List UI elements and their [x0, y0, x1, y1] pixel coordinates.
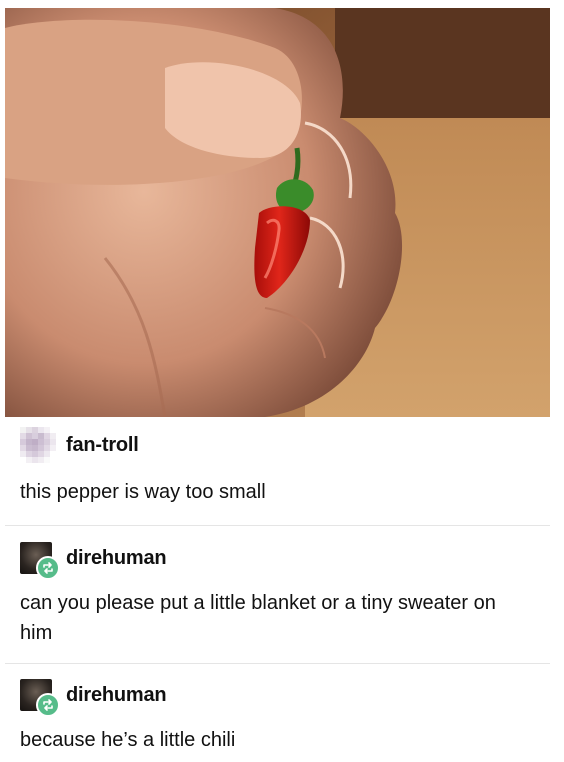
username[interactable]: direhuman: [66, 547, 167, 570]
reblog-icon: [36, 693, 60, 717]
reply-text: because he’s a little chili: [20, 729, 236, 751]
pixelated-avatar-icon[interactable]: [20, 427, 56, 463]
username[interactable]: fan-troll: [66, 434, 139, 457]
dark-avatar-icon[interactable]: [20, 677, 60, 717]
avatar-blur: [20, 427, 56, 463]
reply-header: direhuman: [20, 540, 167, 580]
chili-photo-illustration: [5, 8, 550, 417]
reply-text: this pepper is way too small: [20, 481, 266, 503]
reply-text: can you please put a little blanket or a…: [20, 592, 496, 644]
dark-avatar-icon[interactable]: [20, 540, 60, 580]
divider: [5, 663, 550, 664]
reply-header: direhuman: [20, 677, 167, 717]
username[interactable]: direhuman: [66, 684, 167, 707]
divider: [5, 525, 550, 526]
post-photo: [5, 8, 550, 417]
reblog-icon: [36, 556, 60, 580]
reply-header: fan-troll: [20, 427, 139, 463]
